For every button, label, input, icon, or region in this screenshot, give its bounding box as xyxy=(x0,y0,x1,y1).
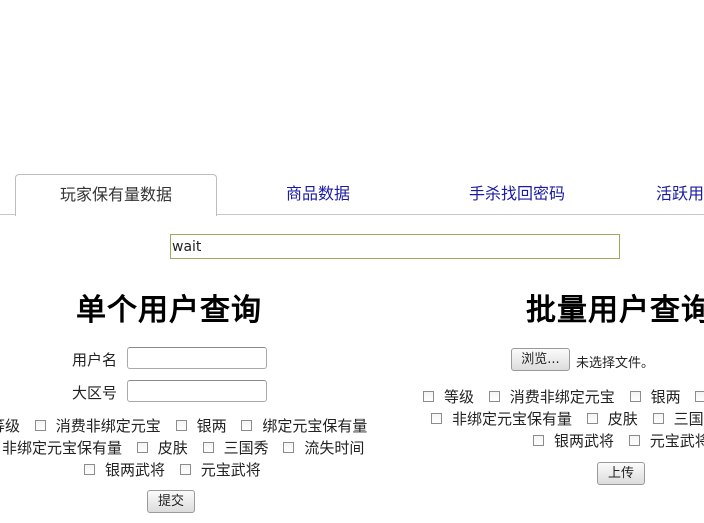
no-file-selected-text: 未选择文件。 xyxy=(576,356,655,371)
batch-silver-checkbox[interactable] xyxy=(629,391,641,402)
single-churn-time-label: 流失时间 xyxy=(304,439,365,457)
single-sanguoxiu-checkbox[interactable] xyxy=(202,442,214,453)
username-label: 用户名 xyxy=(72,351,118,369)
tab-password-recovery[interactable]: 手杀找回密码 xyxy=(448,174,586,214)
single-nonbind-holdings-label: 非绑定元宝保有量 xyxy=(2,439,123,457)
status-input[interactable] xyxy=(170,234,620,259)
single-yuanbao-general-label: 元宝武将 xyxy=(200,461,261,479)
batch-nonbind-holdings-label: 非绑定元宝保有量 xyxy=(452,410,573,428)
tab-player-holdings[interactable]: 玩家保有量数据 xyxy=(15,174,217,216)
submit-button[interactable]: 提交 xyxy=(147,490,195,513)
single-silver-label: 银两 xyxy=(196,417,227,435)
tab-goods-data[interactable]: 商品数据 xyxy=(254,174,382,214)
tab-active-users[interactable]: 活跃用户 xyxy=(640,174,704,214)
single-skin-label: 皮肤 xyxy=(157,439,188,457)
batch-nonbind-holdings-checkbox[interactable] xyxy=(431,413,442,424)
single-silver-general-label: 银两武将 xyxy=(105,461,166,479)
batch-query-title: 批量用户查询 xyxy=(526,293,704,328)
single-level-label: 等级 xyxy=(0,417,21,435)
region-label: 大区号 xyxy=(72,384,118,402)
batch-checkbox-row-2: 非绑定元宝保有量 皮肤 三国秀 xyxy=(431,408,704,429)
batch-silver-label: 银两 xyxy=(650,388,681,406)
batch-sanguoxiu-label: 三国秀 xyxy=(673,410,704,428)
single-skin-checkbox[interactable] xyxy=(136,442,148,453)
batch-silver-general-checkbox[interactable] xyxy=(533,435,544,446)
username-input[interactable] xyxy=(127,347,267,369)
single-bind-holdings-label: 绑定元宝保有量 xyxy=(262,417,368,435)
single-checkbox-row-2: 非绑定元宝保有量 皮肤 三国秀 流失时间 xyxy=(2,437,374,458)
single-nonbind-spend-checkbox[interactable] xyxy=(34,420,46,431)
batch-nonbind-spend-label: 消费非绑定元宝 xyxy=(509,388,615,406)
batch-yuanbao-general-label: 元宝武将 xyxy=(649,432,704,450)
browse-file-button[interactable]: 浏览... xyxy=(511,348,570,371)
single-sanguoxiu-label: 三国秀 xyxy=(223,439,269,457)
batch-checkbox-row-3: 银两武将 元宝武将 xyxy=(533,430,704,451)
batch-level-checkbox[interactable] xyxy=(423,391,434,402)
region-input[interactable] xyxy=(127,380,267,402)
single-checkbox-row-3: 银两武将 元宝武将 xyxy=(84,459,271,480)
batch-nonbind-spend-checkbox[interactable] xyxy=(488,391,500,402)
single-checkbox-row-1: 等级 消费非绑定元宝 银两 绑定元宝保有量 xyxy=(0,415,377,436)
single-silver-general-checkbox[interactable] xyxy=(84,464,95,475)
single-churn-time-checkbox[interactable] xyxy=(283,442,295,453)
single-silver-checkbox[interactable] xyxy=(175,420,187,431)
batch-yuanbao-general-checkbox[interactable] xyxy=(628,435,640,446)
batch-silver-general-label: 银两武将 xyxy=(554,432,615,450)
single-yuanbao-general-checkbox[interactable] xyxy=(179,464,191,475)
batch-level-label: 等级 xyxy=(444,388,475,406)
batch-sanguoxiu-checkbox[interactable] xyxy=(652,413,664,424)
single-bind-holdings-checkbox[interactable] xyxy=(241,420,253,431)
batch-skin-label: 皮肤 xyxy=(607,410,638,428)
single-nonbind-spend-label: 消费非绑定元宝 xyxy=(55,417,161,435)
batch-checkbox-row-1: 等级 消费非绑定元宝 银两 xyxy=(423,386,704,407)
upload-button[interactable]: 上传 xyxy=(597,462,645,485)
batch-bind-holdings-checkbox[interactable] xyxy=(695,391,704,402)
single-query-title: 单个用户查询 xyxy=(76,293,262,328)
batch-skin-checkbox[interactable] xyxy=(586,413,598,424)
